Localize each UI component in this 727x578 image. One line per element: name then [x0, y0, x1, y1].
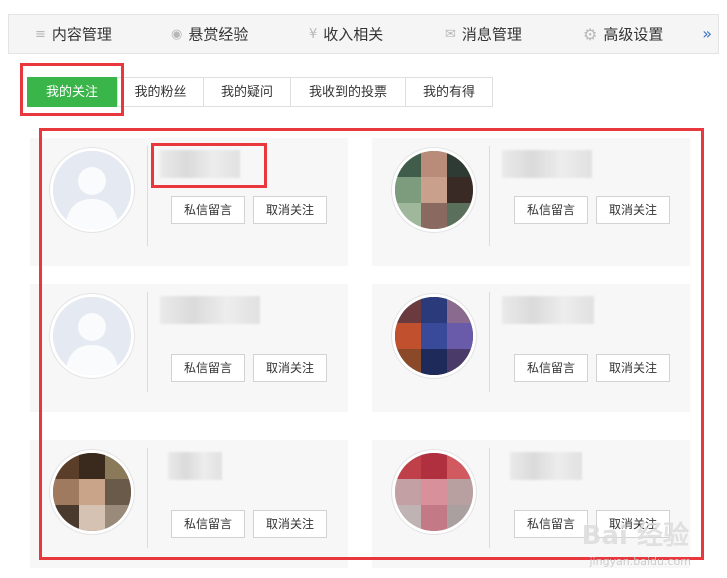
nav-item-label: 悬赏经验 — [188, 25, 249, 44]
pixelated-photo-avatar — [395, 297, 473, 375]
username-blurred — [502, 150, 592, 178]
tab-my-following[interactable]: 我的关注 — [27, 77, 117, 107]
avatar[interactable] — [392, 450, 476, 534]
nav-item-content[interactable]: ≡ 内容管理 — [35, 15, 112, 53]
default-avatar-icon — [53, 151, 131, 229]
tab-my-gains[interactable]: 我的有得 — [405, 77, 493, 107]
nav-item-reward[interactable]: ◉ 悬赏经验 — [171, 15, 248, 53]
pixelated-photo-avatar — [53, 453, 131, 531]
avatar[interactable] — [392, 148, 476, 232]
unfollow-button[interactable]: 取消关注 — [596, 354, 670, 382]
avatar[interactable] — [50, 450, 134, 534]
message-button[interactable]: 私信留言 — [514, 196, 588, 224]
page-frame: ≡ 内容管理 ◉ 悬赏经验 ¥ 收入相关 ✉ 消息管理 ⚙ 高级设置 » 我的关注 我的粉… — [0, 0, 727, 574]
follow-card: 私信留言 取消关注 — [372, 284, 690, 412]
divider — [147, 146, 148, 246]
message-button[interactable]: 私信留言 — [514, 354, 588, 382]
pixelated-photo-avatar — [395, 151, 473, 229]
default-avatar-icon — [53, 297, 131, 375]
gear-icon: ⚙ — [583, 24, 598, 44]
nav-item-messages[interactable]: ✉ 消息管理 — [445, 15, 522, 53]
nav-item-label: 高级设置 — [603, 25, 664, 44]
tab-votes-received[interactable]: 我收到的投票 — [290, 77, 406, 107]
message-button[interactable]: 私信留言 — [171, 354, 245, 382]
username-blurred — [510, 452, 582, 480]
divider — [147, 448, 148, 548]
tab-my-questions[interactable]: 我的疑问 — [203, 77, 291, 107]
envelope-icon: ✉ — [445, 26, 456, 42]
avatar[interactable] — [392, 294, 476, 378]
divider — [489, 448, 490, 548]
username-blurred — [502, 296, 594, 324]
follow-card: 私信留言 取消关注 — [372, 138, 690, 266]
username-blurred — [168, 452, 222, 480]
follow-card: 私信留言 取消关注 — [30, 440, 348, 568]
follow-card: 私信留言 取消关注 — [30, 138, 348, 266]
tab-my-fans[interactable]: 我的粉丝 — [117, 77, 204, 107]
message-button[interactable]: 私信留言 — [171, 510, 245, 538]
nav-item-label: 消息管理 — [461, 25, 522, 44]
message-button[interactable]: 私信留言 — [514, 510, 588, 538]
follow-card: 私信留言 取消关注 — [30, 284, 348, 412]
avatar[interactable] — [50, 294, 134, 378]
coin-icon: ◉ — [171, 26, 183, 42]
divider — [489, 146, 490, 246]
watermark-logo: Bai 经验 — [581, 521, 689, 551]
avatar[interactable] — [50, 148, 134, 232]
list-icon: ≡ — [35, 26, 46, 42]
unfollow-button[interactable]: 取消关注 — [253, 354, 327, 382]
following-list: 私信留言 取消关注 私信留言 取消关注 私信留言 取消关注 私信留言 取消关注 … — [30, 138, 710, 578]
nav-item-label: 内容管理 — [51, 25, 112, 44]
nav-item-settings[interactable]: ⚙ 高级设置 — [583, 15, 663, 53]
nav-item-label: 收入相关 — [323, 25, 384, 44]
yen-icon: ¥ — [309, 26, 318, 42]
username-blurred — [160, 150, 240, 178]
unfollow-button[interactable]: 取消关注 — [253, 196, 327, 224]
pixelated-photo-avatar — [395, 453, 473, 531]
username-blurred — [160, 296, 260, 324]
divider — [489, 292, 490, 392]
top-nav-bar: ≡ 内容管理 ◉ 悬赏经验 ¥ 收入相关 ✉ 消息管理 ⚙ 高级设置 » — [8, 14, 719, 54]
watermark-url: jingyan.baidu.com — [589, 555, 691, 568]
divider — [147, 292, 148, 392]
unfollow-button[interactable]: 取消关注 — [596, 196, 670, 224]
message-button[interactable]: 私信留言 — [171, 196, 245, 224]
nav-item-income[interactable]: ¥ 收入相关 — [309, 15, 383, 53]
unfollow-button[interactable]: 取消关注 — [253, 510, 327, 538]
more-nav-button[interactable]: » — [702, 15, 712, 53]
